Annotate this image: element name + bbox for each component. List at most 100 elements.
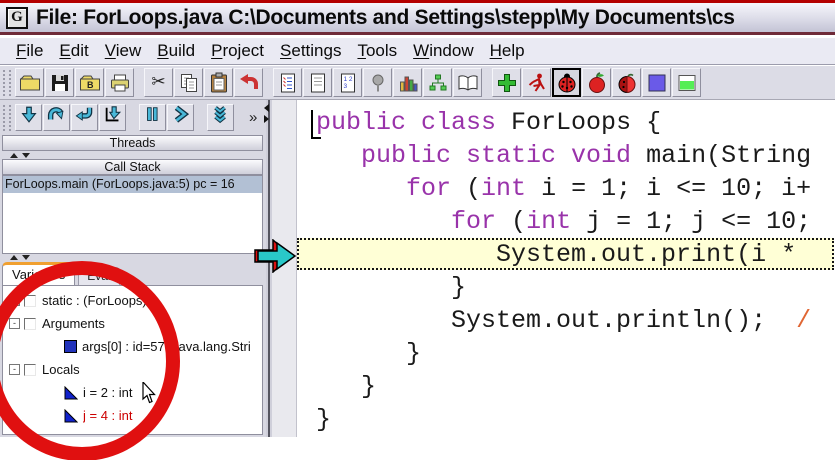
pause-icon	[143, 105, 163, 130]
menu-file[interactable]: File	[8, 39, 51, 63]
blue-square-icon	[64, 340, 77, 353]
blue-triangle-icon	[64, 386, 78, 400]
browse-files-button[interactable]: B	[75, 68, 104, 97]
title-bar[interactable]: G File: ForLoops.java C:\Documents and S…	[0, 3, 835, 35]
svg-text:1 2: 1 2	[343, 76, 352, 83]
tree-label: static : (ForLoops)	[42, 293, 147, 308]
documentation-button[interactable]	[453, 68, 482, 97]
hierarchy-button[interactable]	[423, 68, 452, 97]
code-line-10[interactable]: }	[272, 403, 835, 436]
open-button[interactable]	[15, 68, 44, 97]
variables-tree[interactable]: + static : (ForLoops) -Arguments args[0] : …	[2, 285, 263, 435]
undo-button[interactable]	[234, 68, 263, 97]
collapse-up-icon[interactable]	[10, 255, 18, 260]
folder-b-icon: B	[79, 72, 101, 94]
auto-step-button[interactable]	[207, 104, 234, 131]
step-into-button[interactable]	[71, 104, 98, 131]
toolbar-grip[interactable]	[3, 70, 11, 96]
debug-toolbar-group	[207, 104, 235, 131]
tree-row-static[interactable]: + static : (ForLoops)	[3, 289, 262, 312]
code-line-8[interactable]: }	[272, 337, 835, 370]
toolbar-group	[492, 68, 702, 97]
add-button[interactable]	[492, 68, 521, 97]
debug-toolbar-overflow-button[interactable]: »	[249, 109, 257, 126]
apple-icon	[586, 72, 608, 94]
collapse-left-icon[interactable]	[264, 104, 269, 112]
code-line-1[interactable]: public class ForLoops {	[272, 106, 835, 139]
messages-button[interactable]	[672, 68, 701, 97]
code-line-3[interactable]: for (int i = 1; i <= 10; i+	[272, 172, 835, 205]
run-button[interactable]	[522, 68, 551, 97]
threads-header: Threads	[2, 135, 263, 151]
tree-row-args[0][interactable]: args[0] : id=57 : java.lang.Stri	[3, 335, 262, 358]
tab-variables[interactable]: Variables	[2, 262, 75, 285]
tree-row-i[interactable]: i = 2 : int	[3, 381, 262, 404]
tree-row-j[interactable]: j = 4 : int	[3, 404, 262, 427]
tree-label: i = 2 : int	[83, 385, 133, 400]
doc-numbers-icon: 1 23	[337, 72, 359, 94]
tree-row-Arguments[interactable]: -Arguments	[3, 312, 262, 335]
save-button[interactable]	[45, 68, 74, 97]
statistics-button[interactable]	[393, 68, 422, 97]
menu-project[interactable]: Project	[203, 39, 272, 63]
menu-settings[interactable]: Settings	[272, 39, 349, 63]
expander-icon[interactable]: -	[9, 318, 20, 329]
document-button[interactable]	[303, 68, 332, 97]
menu-help[interactable]: Help	[482, 39, 533, 63]
debug-toolbar-grip[interactable]	[3, 105, 11, 131]
app-icon: G	[6, 7, 28, 29]
collapse-down-icon[interactable]	[22, 153, 30, 158]
expander-icon[interactable]: -	[9, 364, 20, 375]
pause-button[interactable]	[139, 104, 166, 131]
code-line-6[interactable]: }	[272, 271, 835, 304]
collapse-down-icon[interactable]	[22, 255, 30, 260]
code-editor[interactable]: public class ForLoops { public static vo…	[272, 100, 835, 437]
arrow-return-icon	[75, 105, 95, 130]
step-over-button[interactable]	[43, 104, 70, 131]
main-toolbar: B ✂ 1 23	[0, 66, 835, 100]
splitter-threads[interactable]	[2, 152, 263, 159]
splitter-variables[interactable]	[2, 254, 263, 261]
code-line-4[interactable]: for (int j = 1; j <= 10;	[272, 205, 835, 238]
watch-checkbox[interactable]	[24, 364, 36, 376]
line-numbers-button[interactable]: 1 23	[333, 68, 362, 97]
workbench-button[interactable]	[642, 68, 671, 97]
debug-applet-button[interactable]	[612, 68, 641, 97]
collapse-right-icon[interactable]	[264, 115, 269, 123]
code-line-7[interactable]: System.out.println(); /	[272, 304, 835, 337]
menu-build[interactable]: Build	[149, 39, 203, 63]
debug-button[interactable]	[552, 68, 581, 97]
call-stack-list[interactable]: ForLoops.main (ForLoops.java:5) pc = 16	[2, 175, 263, 254]
code-text[interactable]: public class ForLoops { public static vo…	[272, 106, 835, 436]
copy-button[interactable]	[174, 68, 203, 97]
text-cursor	[311, 110, 321, 139]
pin-button[interactable]	[363, 68, 392, 97]
code-line-2[interactable]: public static void main(String	[272, 139, 835, 172]
expander-icon[interactable]: +	[9, 295, 20, 306]
step-button[interactable]	[15, 104, 42, 131]
tree-row-Locals[interactable]: -Locals	[3, 358, 262, 381]
tab-eval[interactable]: Eval	[78, 267, 119, 285]
tree-label: args[0] : id=57 : java.lang.Stri	[82, 339, 251, 354]
print-button[interactable]	[105, 68, 134, 97]
step-to-end-button[interactable]	[99, 104, 126, 131]
chevron-right-icon	[171, 105, 191, 130]
arrow-down-corner-icon	[103, 105, 123, 130]
code-line-5[interactable]: System.out.print(i *	[272, 238, 835, 271]
compile-messages-button[interactable]	[273, 68, 302, 97]
menu-window[interactable]: Window	[405, 39, 481, 63]
collapse-up-icon[interactable]	[10, 153, 18, 158]
menu-view[interactable]: View	[97, 39, 150, 63]
run-applet-button[interactable]	[582, 68, 611, 97]
arrow-over-icon	[47, 105, 67, 130]
undo-arrow-icon	[238, 72, 260, 94]
watch-checkbox[interactable]	[24, 295, 36, 307]
menu-tools[interactable]: Tools	[349, 39, 405, 63]
menu-edit[interactable]: Edit	[51, 39, 96, 63]
watch-checkbox[interactable]	[24, 318, 36, 330]
cut-button[interactable]: ✂	[144, 68, 173, 97]
paste-button[interactable]	[204, 68, 233, 97]
resume-button[interactable]	[167, 104, 194, 131]
call-stack-frame[interactable]: ForLoops.main (ForLoops.java:5) pc = 16	[3, 176, 262, 193]
code-line-9[interactable]: }	[272, 370, 835, 403]
